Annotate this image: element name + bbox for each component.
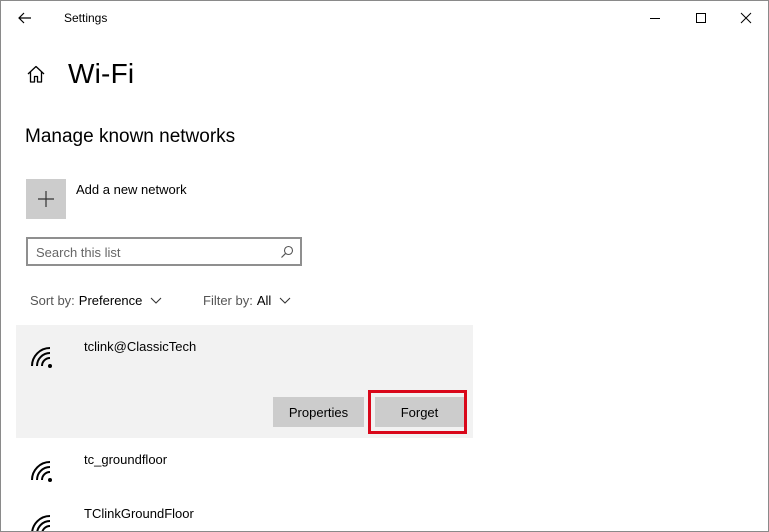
back-arrow-icon	[18, 12, 31, 24]
search-box[interactable]	[26, 237, 302, 266]
add-network-label[interactable]: Add a new network	[76, 182, 187, 197]
forget-button[interactable]: Forget	[375, 397, 464, 427]
chevron-down-icon	[279, 297, 291, 304]
network-item[interactable]: TClinkGroundFloor	[16, 495, 473, 531]
add-network-button[interactable]	[26, 179, 66, 219]
section-title: Manage known networks	[25, 126, 236, 147]
maximize-button[interactable]	[678, 1, 724, 35]
close-button[interactable]	[723, 1, 768, 35]
properties-button[interactable]: Properties	[273, 397, 364, 427]
network-item-selected[interactable]: tclink@ClassicTech Properties Forget	[16, 325, 473, 438]
minimize-button[interactable]	[632, 1, 678, 35]
sort-label: Sort by:	[30, 293, 75, 308]
back-button[interactable]	[9, 4, 41, 32]
home-icon	[27, 65, 45, 83]
home-button[interactable]	[25, 63, 47, 85]
network-name: TClinkGroundFloor	[84, 506, 194, 521]
wifi-signal-icon	[31, 515, 51, 531]
title-bar: Settings	[1, 1, 768, 35]
filter-value: All	[256, 293, 272, 308]
wifi-signal-icon	[31, 461, 52, 482]
sort-dropdown[interactable]: Sort by: Preference	[30, 293, 162, 308]
close-icon	[740, 12, 752, 24]
chevron-down-icon	[151, 297, 162, 304]
sort-value: Preference	[78, 293, 143, 308]
filter-dropdown[interactable]: Filter by: All	[203, 293, 291, 308]
search-input[interactable]	[36, 243, 276, 261]
network-item[interactable]: tc_groundfloor	[16, 441, 473, 493]
network-name: tclink@ClassicTech	[84, 339, 197, 354]
maximize-icon	[695, 12, 706, 23]
window-title: Settings	[64, 11, 108, 25]
page-title: Wi-Fi	[68, 58, 135, 89]
search-icon[interactable]	[280, 245, 294, 259]
network-name: tc_groundfloor	[84, 452, 168, 467]
minimize-icon	[649, 17, 660, 19]
filter-label: Filter by:	[203, 293, 253, 308]
wifi-signal-icon	[31, 347, 52, 368]
plus-icon	[38, 191, 54, 207]
settings-window: Settings Wi-Fi Manage known networks Add…	[0, 0, 769, 532]
